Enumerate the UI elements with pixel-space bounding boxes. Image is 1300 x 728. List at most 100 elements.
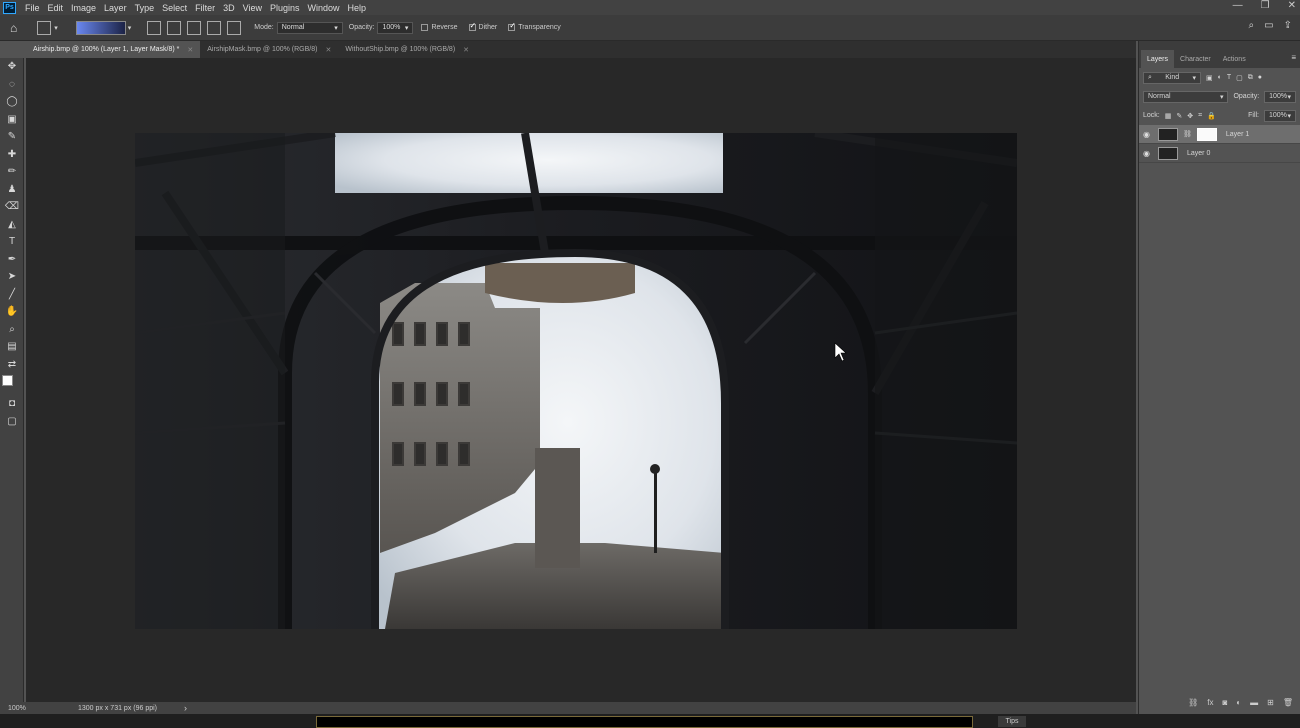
menu-edit[interactable]: Edit <box>44 3 68 13</box>
layer-name[interactable]: Layer 0 <box>1187 150 1210 157</box>
maximize-icon[interactable]: ❐ <box>1261 0 1270 11</box>
lock-image-icon[interactable]: ✎ <box>1176 112 1182 120</box>
tab-airship[interactable]: Airship.bmp @ 100% (Layer 1, Layer Mask/… <box>26 41 201 58</box>
tab-without-ship[interactable]: WithoutShip.bmp @ 100% (RGB/8) ✕ <box>338 41 476 58</box>
minimize-icon[interactable]: — <box>1233 0 1243 11</box>
tab-actions[interactable]: Actions <box>1217 50 1252 68</box>
status-menu-arrow[interactable]: › <box>184 703 187 713</box>
chain-link-icon[interactable]: ⛓ <box>1183 130 1192 138</box>
screen-mode-icon[interactable]: ▢ <box>0 413 24 431</box>
link-layers-icon[interactable]: ⛓ <box>1188 698 1198 712</box>
menu-plugins[interactable]: Plugins <box>266 3 304 13</box>
menu-layer[interactable]: Layer <box>100 3 131 13</box>
adjustment-filter-icon[interactable]: ◐ <box>1218 74 1222 81</box>
menu-3d[interactable]: 3D <box>219 3 239 13</box>
menu-filter[interactable]: Filter <box>191 3 219 13</box>
menu-view[interactable]: View <box>239 3 266 13</box>
layer-thumbnail[interactable] <box>1158 146 1178 160</box>
search-icon[interactable]: ⌕ <box>1249 20 1255 31</box>
tab-character[interactable]: Character <box>1174 50 1217 68</box>
share-icon[interactable]: ⇪ <box>1284 20 1292 31</box>
layer-opacity-field[interactable]: 100% ▾ <box>1264 90 1296 103</box>
visibility-eye-icon[interactable]: ◉ <box>1143 130 1153 139</box>
pixel-filter-icon[interactable]: ▣ <box>1206 74 1213 82</box>
panel-menu-icon[interactable]: ≡ <box>1291 53 1296 62</box>
eyedropper-tool-icon[interactable]: ✎ <box>0 128 24 146</box>
menu-window[interactable]: Window <box>304 3 344 13</box>
healing-brush-tool-icon[interactable]: ✚ <box>0 146 24 164</box>
path-select-tool-icon[interactable]: ➤ <box>0 268 24 286</box>
lock-artboard-icon[interactable]: ⌗ <box>1198 112 1202 120</box>
workspace-icon[interactable]: ▭ <box>1264 20 1273 31</box>
gradient-picker-chevron-icon[interactable]: ▾ <box>128 24 132 32</box>
fill-field[interactable]: 100% ▾ <box>1264 109 1296 122</box>
line-tool-icon[interactable]: ╱ <box>0 286 24 304</box>
document-info[interactable]: 1300 px x 731 px (96 ppi) <box>78 705 178 712</box>
dither-checkbox[interactable] <box>468 21 476 31</box>
close-icon[interactable]: ✕ <box>325 46 331 54</box>
radial-gradient-icon[interactable] <box>167 20 182 35</box>
type-tool-icon[interactable]: T <box>0 233 24 251</box>
close-icon[interactable]: ✕ <box>463 46 469 54</box>
pen-tool-icon[interactable]: ✒ <box>0 251 24 269</box>
timeline-bar[interactable] <box>316 716 973 728</box>
menu-type[interactable]: Type <box>131 3 159 13</box>
home-icon[interactable]: ⌂ <box>10 21 17 35</box>
swap-colors-icon[interactable]: ⇄ <box>0 356 24 374</box>
layer-name[interactable]: Layer 1 <box>1226 131 1249 138</box>
marquee-tool-icon[interactable]: ◌ <box>0 76 24 94</box>
delete-layer-icon[interactable]: 🗑 <box>1283 698 1293 712</box>
reverse-checkbox[interactable] <box>421 24 429 31</box>
new-layer-icon[interactable]: ⊞ <box>1267 698 1274 712</box>
layer-row-layer-0[interactable]: ◉ Layer 0 <box>1139 144 1300 163</box>
tool-preset-icon[interactable] <box>37 20 52 35</box>
new-group-icon[interactable]: ▬ <box>1250 698 1258 712</box>
gradient-swatch[interactable] <box>75 20 126 35</box>
reflected-gradient-icon[interactable] <box>207 20 222 35</box>
move-tool-icon[interactable]: ✥ <box>0 58 24 76</box>
menu-select[interactable]: Select <box>158 3 191 13</box>
chevron-down-icon[interactable]: ▾ <box>54 24 58 32</box>
layer-row-layer-1[interactable]: ◉ ⛓ Layer 1 <box>1139 125 1300 144</box>
menu-file[interactable]: File <box>21 3 44 13</box>
tab-layers[interactable]: Layers <box>1141 50 1175 68</box>
zoom-field[interactable]: 100% <box>0 702 40 714</box>
transparency-checkbox[interactable] <box>508 21 516 31</box>
close-icon[interactable]: ✕ <box>187 46 193 54</box>
lock-position-icon[interactable]: ✥ <box>1187 112 1193 120</box>
object-select-tool-icon[interactable]: ▣ <box>0 111 24 129</box>
mode-select[interactable]: Normal ▾ <box>276 21 343 34</box>
layer-thumbnail[interactable] <box>1158 127 1178 141</box>
menu-image[interactable]: Image <box>67 3 100 13</box>
adjustment-layer-icon[interactable]: ◐ <box>1236 698 1241 712</box>
angle-gradient-icon[interactable] <box>187 20 202 35</box>
kind-filter-select[interactable]: ⌕ Kind ▾ <box>1143 71 1201 84</box>
quick-mask-icon[interactable]: ◘ <box>0 395 24 413</box>
shape-filter-icon[interactable]: ▢ <box>1236 74 1243 82</box>
smart-object-filter-icon[interactable]: ⧉ <box>1248 74 1253 82</box>
hand-tool-icon[interactable]: ✋ <box>0 303 24 321</box>
close-icon[interactable]: ✕ <box>1288 0 1296 11</box>
gradient-tool-icon[interactable]: ▤ <box>0 338 24 356</box>
blend-mode-select[interactable]: Normal ▾ <box>1143 90 1229 103</box>
layer-style-fx-icon[interactable]: fx <box>1207 698 1213 712</box>
opacity-field[interactable]: 100% ▾ <box>377 21 414 34</box>
tab-airship-mask[interactable]: AirshipMask.bmp @ 100% (RGB/8) ✕ <box>200 41 338 58</box>
canvas-area[interactable] <box>26 58 1136 702</box>
color-swatches[interactable] <box>0 373 24 395</box>
add-mask-icon[interactable]: ◙ <box>1222 698 1227 712</box>
eraser-tool-icon[interactable]: ⌫ <box>0 198 24 216</box>
diamond-gradient-icon[interactable] <box>227 20 242 35</box>
type-filter-icon[interactable]: T <box>1227 74 1231 81</box>
menu-help[interactable]: Help <box>344 3 371 13</box>
brush-tool-icon[interactable]: ✏ <box>0 163 24 181</box>
clone-stamp-tool-icon[interactable]: ♟ <box>0 181 24 199</box>
foreground-color-swatch[interactable] <box>2 375 13 386</box>
document-image[interactable] <box>135 133 1017 629</box>
lasso-tool-icon[interactable]: ◯ <box>0 93 24 111</box>
filter-toggle-icon[interactable]: ● <box>1258 74 1262 81</box>
visibility-eye-icon[interactable]: ◉ <box>1143 149 1153 158</box>
linear-gradient-icon[interactable] <box>147 20 162 35</box>
lock-transparent-icon[interactable]: ▦ <box>1165 112 1172 120</box>
lock-all-icon[interactable]: 🔒 <box>1207 112 1216 120</box>
